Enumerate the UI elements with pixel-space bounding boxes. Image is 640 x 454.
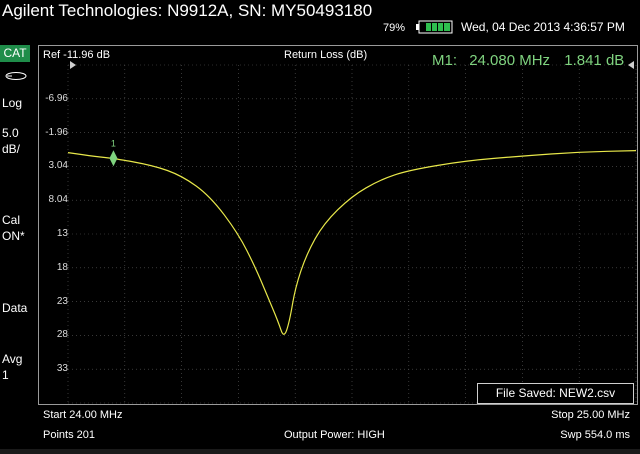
- y-tick-label: 13: [56, 228, 68, 239]
- start-frequency[interactable]: Start 24.00 MHz: [43, 409, 122, 421]
- ref-arrow-icon: [628, 61, 634, 69]
- sidebar: CAT Log 5.0 dB/ Cal ON* Data Avg 1: [0, 45, 37, 449]
- sweep-time-label[interactable]: Swp 554.0 ms: [560, 429, 630, 441]
- marker-1: 1: [109, 138, 118, 167]
- marker-value: 1.841 dB: [564, 52, 625, 69]
- avg-value-label[interactable]: 1: [2, 367, 9, 383]
- scale-unit-label[interactable]: dB/: [2, 141, 20, 157]
- trace-line: [67, 150, 637, 335]
- y-tick-label: 8.04: [48, 194, 68, 206]
- ref-arrow-icon: [70, 61, 76, 69]
- y-tick-label: 18: [56, 261, 68, 273]
- output-power-label[interactable]: Output Power: HIGH: [284, 429, 385, 441]
- y-tick-label: 3.04: [48, 160, 68, 172]
- y-tick-label: 23: [56, 295, 68, 307]
- return-loss-plot[interactable]: 1: [38, 45, 638, 405]
- avg-label[interactable]: Avg: [2, 351, 22, 367]
- marker-label: M1:: [432, 52, 458, 69]
- mode-badge[interactable]: CAT: [0, 45, 30, 62]
- y-tick-label: -1.96: [45, 126, 68, 138]
- y-tick-label: 33: [56, 363, 68, 375]
- data-label[interactable]: Data: [2, 300, 27, 316]
- scale-value-label[interactable]: 5.0: [2, 125, 19, 141]
- bottom-bar: [0, 449, 640, 454]
- battery-icon: [416, 20, 453, 34]
- y-tick-label: 28: [56, 329, 68, 341]
- scale-type-label[interactable]: Log: [2, 95, 22, 111]
- y-tick-label: -6.96: [45, 92, 68, 104]
- datetime: Wed, 04 Dec 2013 4:36:57 PM: [461, 20, 625, 34]
- ref-level-label[interactable]: Ref -11.96 dB: [43, 49, 110, 61]
- marker-number: 1: [111, 138, 116, 148]
- points-label[interactable]: Points 201: [43, 429, 95, 441]
- cal-label[interactable]: Cal: [2, 212, 20, 228]
- marker-diamond-icon: [109, 150, 118, 167]
- marker-frequency: 24.080 MHz: [469, 52, 551, 69]
- stop-frequency[interactable]: Stop 25.00 MHz: [551, 409, 630, 421]
- file-saved-status: File Saved: NEW2.csv: [477, 383, 634, 404]
- battery-percent: 79%: [383, 22, 406, 34]
- cal-status-label[interactable]: ON*: [2, 228, 25, 244]
- plot-grid: [67, 64, 637, 404]
- smith-icon: [5, 72, 27, 80]
- marker-readout: M1: 24.080 MHz 1.841 dB: [432, 52, 624, 69]
- window-title: Agilent Technologies: N9912A, SN: MY5049…: [2, 1, 373, 20]
- plot-title: Return Loss (dB): [284, 49, 368, 61]
